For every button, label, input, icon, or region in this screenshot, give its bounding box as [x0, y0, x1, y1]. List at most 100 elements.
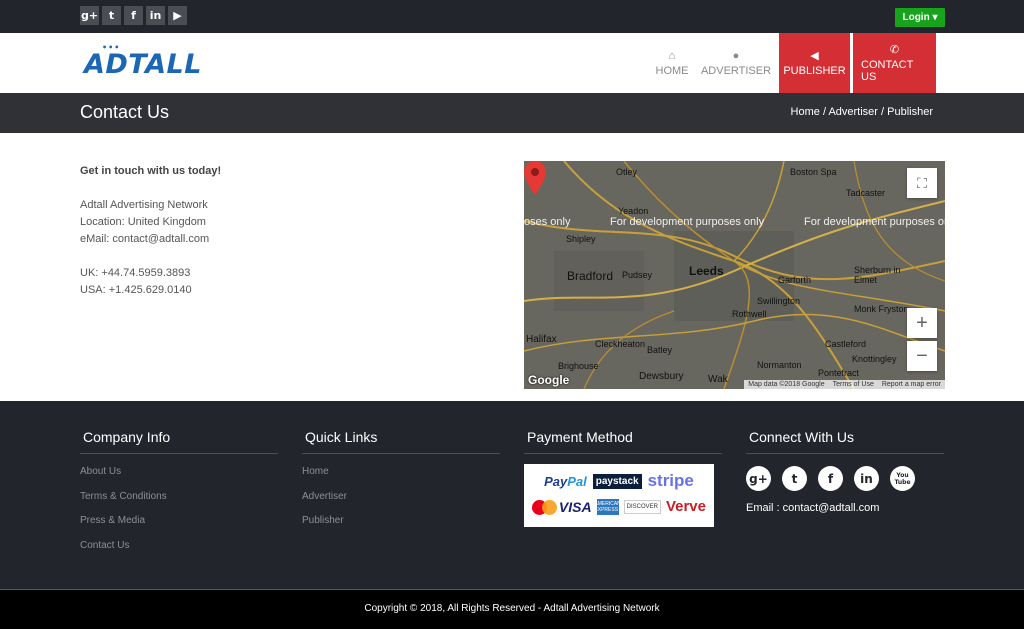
user-icon: ● [732, 49, 740, 62]
map-city: Rothwell [732, 309, 767, 319]
top-social-links: g+ t f in ▶ [80, 6, 187, 25]
phone-usa: USA: +1.425.629.0140 [80, 284, 192, 296]
paypal-logo: PayPal [544, 473, 587, 489]
google-logo[interactable]: Google [528, 373, 569, 387]
google-map[interactable]: oses only For development purposes only … [524, 161, 945, 389]
footer-social-links: g+ t f in You Tube [746, 466, 944, 491]
footer-link-terms[interactable]: Terms & Conditions [80, 491, 278, 516]
map-attribution: Map data ©2018 Google Terms of Use Repor… [744, 380, 945, 389]
logo-dots: ••• [102, 43, 121, 52]
copyright-text: Copyright © 2018, All Rights Reserved - … [364, 603, 660, 614]
header: ••• ADTALL ⌂ HOME ● ADVERTISER ◀ PUBLISH… [0, 33, 1024, 93]
map-marker-icon[interactable] [524, 161, 546, 195]
contact-section: Get in touch with us today! Adtall Adver… [0, 133, 1024, 401]
footer-payment-method: Payment Method PayPal paystack stripe VI… [524, 429, 722, 527]
map-city: Brighouse [558, 361, 599, 371]
map-city: Tadcaster [846, 188, 886, 198]
nav-publisher[interactable]: ◀ PUBLISHER [779, 33, 850, 93]
footer-connect-title: Connect With Us [746, 429, 944, 454]
facebook-icon[interactable]: f [818, 466, 843, 491]
footer-link-home[interactable]: Home [302, 466, 500, 491]
nav-publisher-label: PUBLISHER [783, 65, 846, 77]
map-terms-link[interactable]: Terms of Use [833, 381, 874, 388]
nav-advertiser-label: ADVERTISER [700, 64, 772, 77]
map-city: Wak [708, 374, 728, 385]
map-city: Yeadon [618, 206, 649, 216]
footer-link-about[interactable]: About Us [80, 466, 278, 491]
footer-link-publisher[interactable]: Publisher [302, 515, 500, 540]
zoom-in-button[interactable]: + [907, 308, 937, 338]
footer-payment-title: Payment Method [524, 429, 722, 454]
location: Location: United Kingdom [80, 216, 206, 228]
map-city: Sherburn in Elmet [854, 265, 901, 285]
map-city: Otley [616, 167, 638, 177]
map-data-credit: Map data ©2018 Google [748, 381, 825, 388]
map-city: Pudsey [622, 270, 653, 280]
map-city: Monk Fryston [854, 304, 909, 314]
breadcrumb[interactable]: Home / Advertiser / Publisher [791, 106, 933, 118]
mastercard-logo [532, 499, 557, 515]
map-report-link[interactable]: Report a map error [882, 381, 941, 388]
footer-company-info: Company Info About Us Terms & Conditions… [80, 429, 278, 564]
twitter-icon[interactable]: t [782, 466, 807, 491]
map-city: Garforth [778, 275, 812, 285]
home-icon: ⌂ [668, 49, 676, 62]
map-city: Castleford [825, 339, 867, 349]
youtube-icon[interactable]: You Tube [890, 466, 915, 491]
nav-contact-us-label: CONTACT US [861, 59, 914, 83]
visa-logo: VISA [558, 498, 592, 515]
verve-logo: Verve [665, 498, 706, 515]
amex-logo: AMERICAN EXPRESS [594, 498, 621, 515]
payment-logos: PayPal paystack stripe VISA AMERICAN EXP… [524, 464, 714, 527]
map-city: Normanton [757, 360, 802, 370]
top-bar: g+ t f in ▶ Login ▾ [0, 0, 1024, 33]
map-dev-watermark: oses only [524, 216, 571, 228]
google-plus-icon[interactable]: g+ [80, 6, 99, 25]
map-dev-watermark: For development purposes only [804, 216, 945, 228]
login-button[interactable]: Login ▾ [895, 8, 945, 27]
footer-quick-title: Quick Links [302, 429, 500, 454]
footer-link-contact[interactable]: Contact Us [80, 540, 278, 565]
footer-link-advertiser[interactable]: Advertiser [302, 491, 500, 516]
main-nav: ⌂ HOME ● ADVERTISER ◀ PUBLISHER ✆ CONTAC… [648, 33, 936, 93]
twitter-icon[interactable]: t [102, 6, 121, 25]
contact-email: eMail: contact@adtall.com [80, 233, 210, 245]
linkedin-icon[interactable]: in [146, 6, 165, 25]
map-city: Pontefract [818, 368, 860, 378]
map-city: Boston Spa [790, 167, 837, 177]
nav-home[interactable]: ⌂ HOME [648, 33, 696, 93]
facebook-icon[interactable]: f [124, 6, 143, 25]
map-city: Halifax [526, 334, 557, 345]
footer-email[interactable]: Email : contact@adtall.com [746, 502, 944, 514]
fullscreen-button[interactable]: ⛶ [907, 168, 937, 198]
youtube-icon[interactable]: ▶ [168, 6, 187, 25]
nav-home-label: HOME [655, 64, 689, 77]
contact-info: Get in touch with us today! Adtall Adver… [80, 163, 221, 299]
footer-quick-links: Quick Links Home Advertiser Publisher [302, 429, 500, 540]
page-title-bar: Contact Us Home / Advertiser / Publisher [0, 93, 1024, 133]
map-city: Shipley [566, 234, 596, 244]
map-city: Dewsbury [639, 371, 684, 382]
zoom-out-button[interactable]: − [907, 341, 937, 371]
nav-advertiser[interactable]: ● ADVERTISER [696, 33, 776, 93]
page-title: Contact Us [80, 102, 170, 122]
contact-lead: Get in touch with us today! [80, 165, 222, 177]
linkedin-icon[interactable]: in [854, 466, 879, 491]
footer-company-title: Company Info [80, 429, 278, 454]
paystack-logo: paystack [592, 473, 642, 489]
megaphone-icon: ◀ [810, 50, 819, 62]
logo-text: ADTALL [84, 49, 202, 80]
footer: Company Info About Us Terms & Conditions… [0, 401, 1024, 589]
google-plus-icon[interactable]: g+ [746, 466, 771, 491]
footer-link-press[interactable]: Press & Media [80, 515, 278, 540]
nav-contact-us[interactable]: ✆ CONTACT US [853, 33, 936, 93]
company-name: Adtall Advertising Network [80, 199, 208, 211]
discover-logo: DISCOVER [623, 499, 661, 514]
phone-uk: UK: +44.74.5959.3893 [80, 267, 191, 279]
phone-icon: ✆ [889, 44, 900, 56]
copyright-bar: Copyright © 2018, All Rights Reserved - … [0, 589, 1024, 629]
map-city: Swillington [757, 296, 801, 306]
map-city: Leeds [689, 264, 724, 278]
footer-connect: Connect With Us g+ t f in You Tube Email… [746, 429, 944, 514]
logo[interactable]: ••• ADTALL [84, 43, 202, 80]
